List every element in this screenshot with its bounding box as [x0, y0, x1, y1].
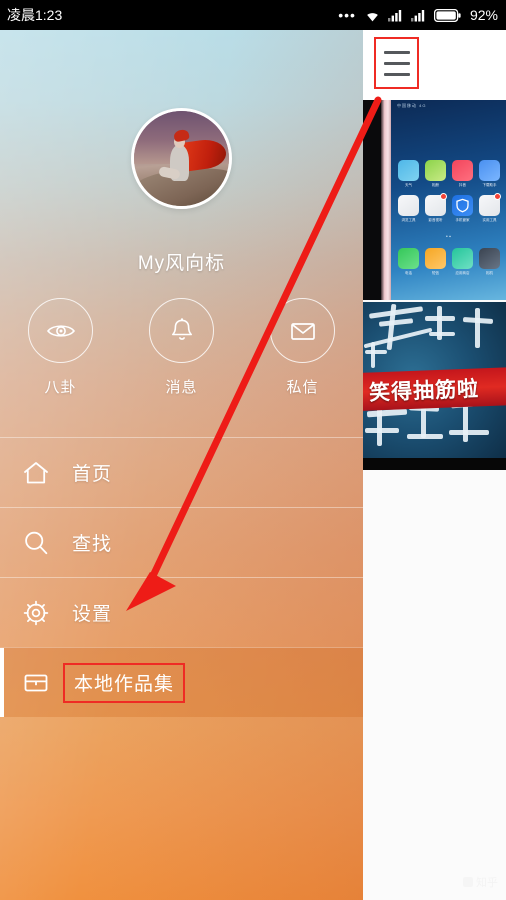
gallery-app-icon: [425, 160, 446, 181]
home-icon: [0, 458, 72, 488]
app-icon-cell: 下载助手: [478, 160, 501, 188]
menu-item-label: 首页: [72, 464, 113, 485]
envelope-icon: [270, 298, 335, 363]
shortcut-label: 私信: [286, 379, 319, 396]
app-icon-cell: 抖音: [451, 160, 474, 188]
app-icon-cell: 实用工具: [478, 193, 501, 223]
drawer-menu: 首页 查找 设置 本地作品集: [0, 437, 363, 717]
avatar-image: [131, 108, 232, 209]
shortcut-label: 八卦: [44, 379, 77, 396]
phone-edge: [381, 100, 391, 300]
status-bar-icons: ••• 92%: [338, 7, 498, 23]
folder-icon: [0, 668, 72, 698]
navigation-drawer: My风向标 八卦 消息 私信 首页 查找 设置 本地作品集: [0, 30, 363, 900]
app-label: 相机: [486, 271, 493, 275]
thumbnail-phone-homescreen[interactable]: 中国移动 4G 天气 相册 抖音 下载助手 浏览工具 影音视听 手机管家 实用工…: [363, 100, 506, 300]
menu-item-label: 查找: [72, 534, 113, 555]
menu-item-settings[interactable]: 设置: [0, 577, 363, 647]
menu-item-home[interactable]: 首页: [0, 437, 363, 507]
hamburger-line: [383, 50, 410, 54]
app-label: 电话: [405, 271, 412, 275]
signal-bars-icon: [410, 9, 427, 22]
shortcut-messages[interactable]: 消息: [121, 298, 242, 423]
battery-percent: 92%: [469, 7, 498, 23]
download-app-icon: [479, 160, 500, 181]
notification-badge: [440, 193, 447, 200]
app-label: 浏览工具: [401, 218, 416, 222]
app-label: 手机管家: [455, 218, 470, 222]
status-bar: 凌晨1:23 ••• 92%: [0, 0, 506, 30]
page-indicator: • ▪: [446, 234, 451, 240]
more-dots-icon: •••: [338, 7, 356, 23]
watermark: 知乎: [463, 874, 498, 890]
app-label: 抖音: [459, 183, 466, 187]
hamburger-line: [383, 72, 410, 76]
app-label: 实用工具: [482, 218, 497, 222]
battery-icon: [433, 8, 461, 22]
gear-icon: [0, 598, 72, 628]
app-label: 天气: [405, 183, 412, 187]
menu-item-label: 本地作品集: [63, 662, 186, 703]
appstore-app-icon: [452, 248, 473, 269]
app-icon-row: 浏览工具 影音视听 手机管家 实用工具: [397, 193, 501, 223]
menu-item-search[interactable]: 查找: [0, 507, 363, 577]
status-bar-time: 凌晨1:23: [7, 7, 63, 23]
security-app-icon: [452, 195, 473, 216]
thumbnail-calligraphy-video[interactable]: 笑得抽筋啦: [363, 302, 506, 470]
app-icon-cell: 影音视听: [424, 193, 447, 223]
app-icon-cell: 电话: [397, 248, 420, 276]
menu-item-label: 设置: [72, 604, 113, 625]
app-label: 应用商店: [455, 271, 470, 275]
app-label: 影音视听: [428, 218, 443, 222]
app-icon-cell: 应用商店: [451, 248, 474, 276]
app-icon-cell: 手机管家: [451, 195, 474, 223]
app-label: 下载助手: [482, 183, 497, 187]
shortcut-label: 消息: [165, 379, 198, 396]
app-icon-cell: 浏览工具: [397, 195, 420, 223]
hamburger-menu-icon[interactable]: [374, 37, 419, 89]
folder-browse-icon: [398, 195, 419, 216]
phone-screen-photo: 中国移动 4G 天气 相册 抖音 下载助手 浏览工具 影音视听 手机管家 实用工…: [391, 100, 506, 300]
app-icon-cell: 相册: [424, 160, 447, 188]
search-icon: [0, 528, 72, 558]
shortcut-bagua[interactable]: 八卦: [0, 298, 121, 423]
hamburger-line: [383, 61, 410, 65]
phone-screen: 凌晨1:23 ••• 92% 中国移动 4G 天气 相册 抖音 下载助手 浏览工…: [0, 0, 506, 900]
phone-app-icon: [398, 248, 419, 269]
bell-icon: [149, 298, 214, 363]
shortcut-private-message[interactable]: 私信: [242, 298, 363, 423]
camera-app-icon: [479, 248, 500, 269]
weather-app-icon: [398, 160, 419, 181]
app-label: 相册: [432, 183, 439, 187]
wifi-icon: [364, 9, 381, 22]
shortcut-row: 八卦 消息 私信: [0, 298, 363, 423]
photo-status-text: 中国移动 4G: [397, 103, 427, 108]
eye-icon: [28, 298, 93, 363]
signal-bars-icon: [387, 9, 404, 22]
username[interactable]: My风向标: [0, 248, 363, 275]
music-app-icon: [452, 160, 473, 181]
app-dock-row: 电话 短信 应用商店 相机: [397, 248, 501, 276]
calligraphy-background: 笑得抽筋啦: [363, 302, 506, 470]
menu-item-local-collection[interactable]: 本地作品集: [0, 647, 363, 717]
app-icon-cell: 天气: [397, 160, 420, 188]
letterbox-bar: [363, 458, 506, 470]
watermark-logo-icon: [463, 877, 473, 887]
app-label: 短信: [432, 271, 439, 275]
notification-badge: [494, 193, 501, 200]
app-header: [363, 30, 506, 100]
watermark-text: 知乎: [476, 877, 498, 889]
background-content-panel: 中国移动 4G 天气 相册 抖音 下载助手 浏览工具 影音视听 手机管家 实用工…: [363, 30, 506, 900]
messages-app-icon: [425, 248, 446, 269]
avatar[interactable]: [131, 108, 232, 209]
banner-text: 笑得抽筋啦: [368, 377, 480, 405]
app-icon-cell: 短信: [424, 248, 447, 276]
app-icon-cell: 相机: [478, 248, 501, 276]
app-icon-row: 天气 相册 抖音 下载助手: [397, 160, 501, 188]
